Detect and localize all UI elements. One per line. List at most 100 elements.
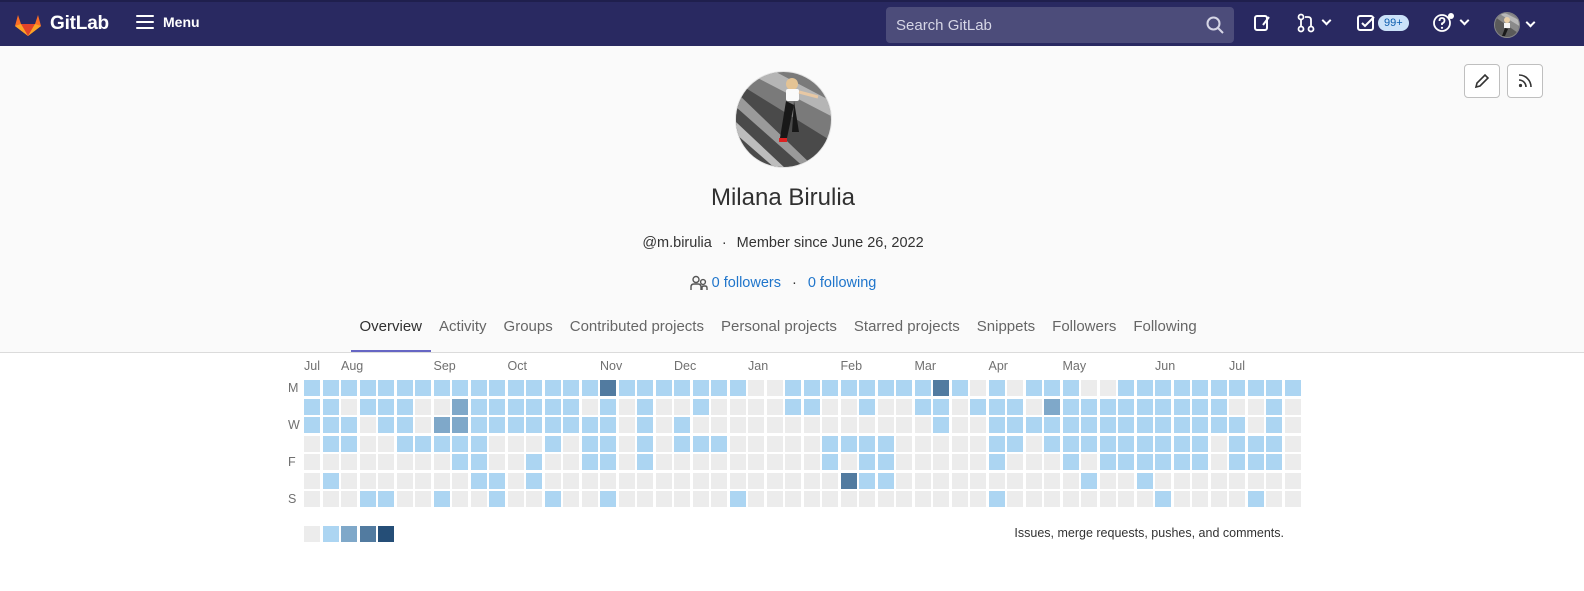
contribution-day-cell[interactable] [1062, 472, 1079, 489]
followers-link[interactable]: 0 followers [712, 275, 781, 291]
contribution-day-cell[interactable] [600, 398, 616, 415]
contribution-day-cell[interactable] [1118, 435, 1134, 452]
contribution-day-cell[interactable] [637, 491, 653, 507]
contribution-day-cell[interactable] [859, 472, 875, 489]
contribution-day-cell[interactable] [1081, 454, 1097, 470]
contribution-day-cell[interactable] [1136, 472, 1153, 489]
contribution-day-cell[interactable] [711, 435, 727, 452]
contribution-day-cell[interactable] [988, 472, 1005, 489]
contribution-day-cell[interactable] [618, 398, 635, 415]
contribution-day-cell[interactable] [1136, 491, 1153, 507]
contribution-day-cell[interactable] [840, 435, 857, 452]
contribution-day-cell[interactable] [951, 472, 968, 489]
contribution-day-cell[interactable] [489, 472, 505, 489]
contribution-day-cell[interactable] [507, 398, 524, 415]
contribution-day-cell[interactable] [988, 417, 1005, 433]
contribution-day-cell[interactable] [1044, 380, 1060, 396]
contribution-day-cell[interactable] [1136, 380, 1153, 396]
contribution-day-cell[interactable] [655, 435, 672, 452]
contribution-day-cell[interactable] [470, 491, 487, 507]
contribution-day-cell[interactable] [822, 491, 838, 507]
contribution-day-cell[interactable] [1007, 380, 1023, 396]
contribution-day-cell[interactable] [692, 491, 709, 507]
contribution-day-cell[interactable] [1173, 417, 1190, 433]
contribution-day-cell[interactable] [803, 435, 820, 452]
tab-starred-projects[interactable]: Starred projects [845, 308, 968, 352]
contribution-day-cell[interactable] [341, 417, 357, 433]
contribution-day-cell[interactable] [1081, 435, 1097, 452]
tab-personal-projects[interactable]: Personal projects [712, 308, 845, 352]
contribution-day-cell[interactable] [433, 398, 450, 415]
contribution-day-cell[interactable] [304, 454, 320, 470]
contribution-day-cell[interactable] [988, 491, 1005, 507]
contribution-day-cell[interactable] [1007, 491, 1023, 507]
contribution-day-cell[interactable] [544, 398, 561, 415]
contribution-day-cell[interactable] [822, 472, 838, 489]
contribution-day-cell[interactable] [433, 472, 450, 489]
contribution-day-cell[interactable] [729, 491, 746, 507]
contribution-day-cell[interactable] [1210, 454, 1227, 470]
contribution-day-cell[interactable] [415, 435, 431, 452]
contribution-day-cell[interactable] [729, 380, 746, 396]
contribution-day-cell[interactable] [1118, 454, 1134, 470]
contribution-day-cell[interactable] [359, 454, 376, 470]
contribution-day-cell[interactable] [618, 435, 635, 452]
contribution-day-cell[interactable] [341, 454, 357, 470]
contribution-day-cell[interactable] [581, 491, 598, 507]
gitlab-logo[interactable]: GitLab [14, 10, 109, 37]
contribution-day-cell[interactable] [544, 435, 561, 452]
contribution-day-cell[interactable] [1155, 454, 1171, 470]
contribution-day-cell[interactable] [1099, 491, 1116, 507]
contribution-day-cell[interactable] [1173, 435, 1190, 452]
contribution-day-cell[interactable] [1025, 454, 1042, 470]
contribution-day-cell[interactable] [1266, 380, 1282, 396]
contribution-day-cell[interactable] [1247, 435, 1264, 452]
todos-nav[interactable]: 99+ [1356, 13, 1409, 33]
contribution-day-cell[interactable] [396, 398, 413, 415]
contribution-day-cell[interactable] [452, 454, 468, 470]
contribution-day-cell[interactable] [1173, 398, 1190, 415]
contribution-day-cell[interactable] [1118, 398, 1134, 415]
contribution-day-cell[interactable] [1025, 435, 1042, 452]
contribution-day-cell[interactable] [933, 435, 949, 452]
contribution-day-cell[interactable] [1229, 472, 1245, 489]
contribution-day-cell[interactable] [470, 380, 487, 396]
contribution-day-cell[interactable] [822, 380, 838, 396]
contribution-day-cell[interactable] [1284, 435, 1301, 452]
contribution-day-cell[interactable] [729, 398, 746, 415]
contribution-day-cell[interactable] [877, 491, 894, 507]
tab-following[interactable]: Following [1125, 308, 1205, 352]
contribution-day-cell[interactable] [1192, 491, 1208, 507]
contribution-day-cell[interactable] [896, 380, 912, 396]
contribution-day-cell[interactable] [1192, 417, 1208, 433]
contribution-day-cell[interactable] [859, 435, 875, 452]
contribution-day-cell[interactable] [822, 454, 838, 470]
contribution-day-cell[interactable] [1007, 454, 1023, 470]
following-link[interactable]: 0 following [808, 275, 877, 291]
contribution-day-cell[interactable] [1118, 380, 1134, 396]
contribution-day-cell[interactable] [1155, 435, 1171, 452]
contribution-day-cell[interactable] [729, 454, 746, 470]
contribution-day-cell[interactable] [526, 398, 542, 415]
contribution-day-cell[interactable] [359, 472, 376, 489]
contribution-day-cell[interactable] [526, 472, 542, 489]
contribution-day-cell[interactable] [526, 435, 542, 452]
contribution-day-cell[interactable] [1229, 380, 1245, 396]
contribution-day-cell[interactable] [322, 454, 339, 470]
contribution-day-cell[interactable] [1136, 454, 1153, 470]
contribution-day-cell[interactable] [1210, 417, 1227, 433]
contribution-day-cell[interactable] [637, 454, 653, 470]
contribution-day-cell[interactable] [507, 454, 524, 470]
tab-snippets[interactable]: Snippets [968, 308, 1043, 352]
contribution-day-cell[interactable] [396, 491, 413, 507]
contribution-day-cell[interactable] [1081, 417, 1097, 433]
contribution-day-cell[interactable] [507, 380, 524, 396]
contribution-day-cell[interactable] [637, 417, 653, 433]
contribution-day-cell[interactable] [526, 454, 542, 470]
contribution-day-cell[interactable] [1007, 435, 1023, 452]
contribution-day-cell[interactable] [933, 491, 949, 507]
contribution-day-cell[interactable] [674, 380, 690, 396]
contribution-day-cell[interactable] [970, 417, 986, 433]
contribution-day-cell[interactable] [396, 472, 413, 489]
contribution-day-cell[interactable] [766, 380, 783, 396]
